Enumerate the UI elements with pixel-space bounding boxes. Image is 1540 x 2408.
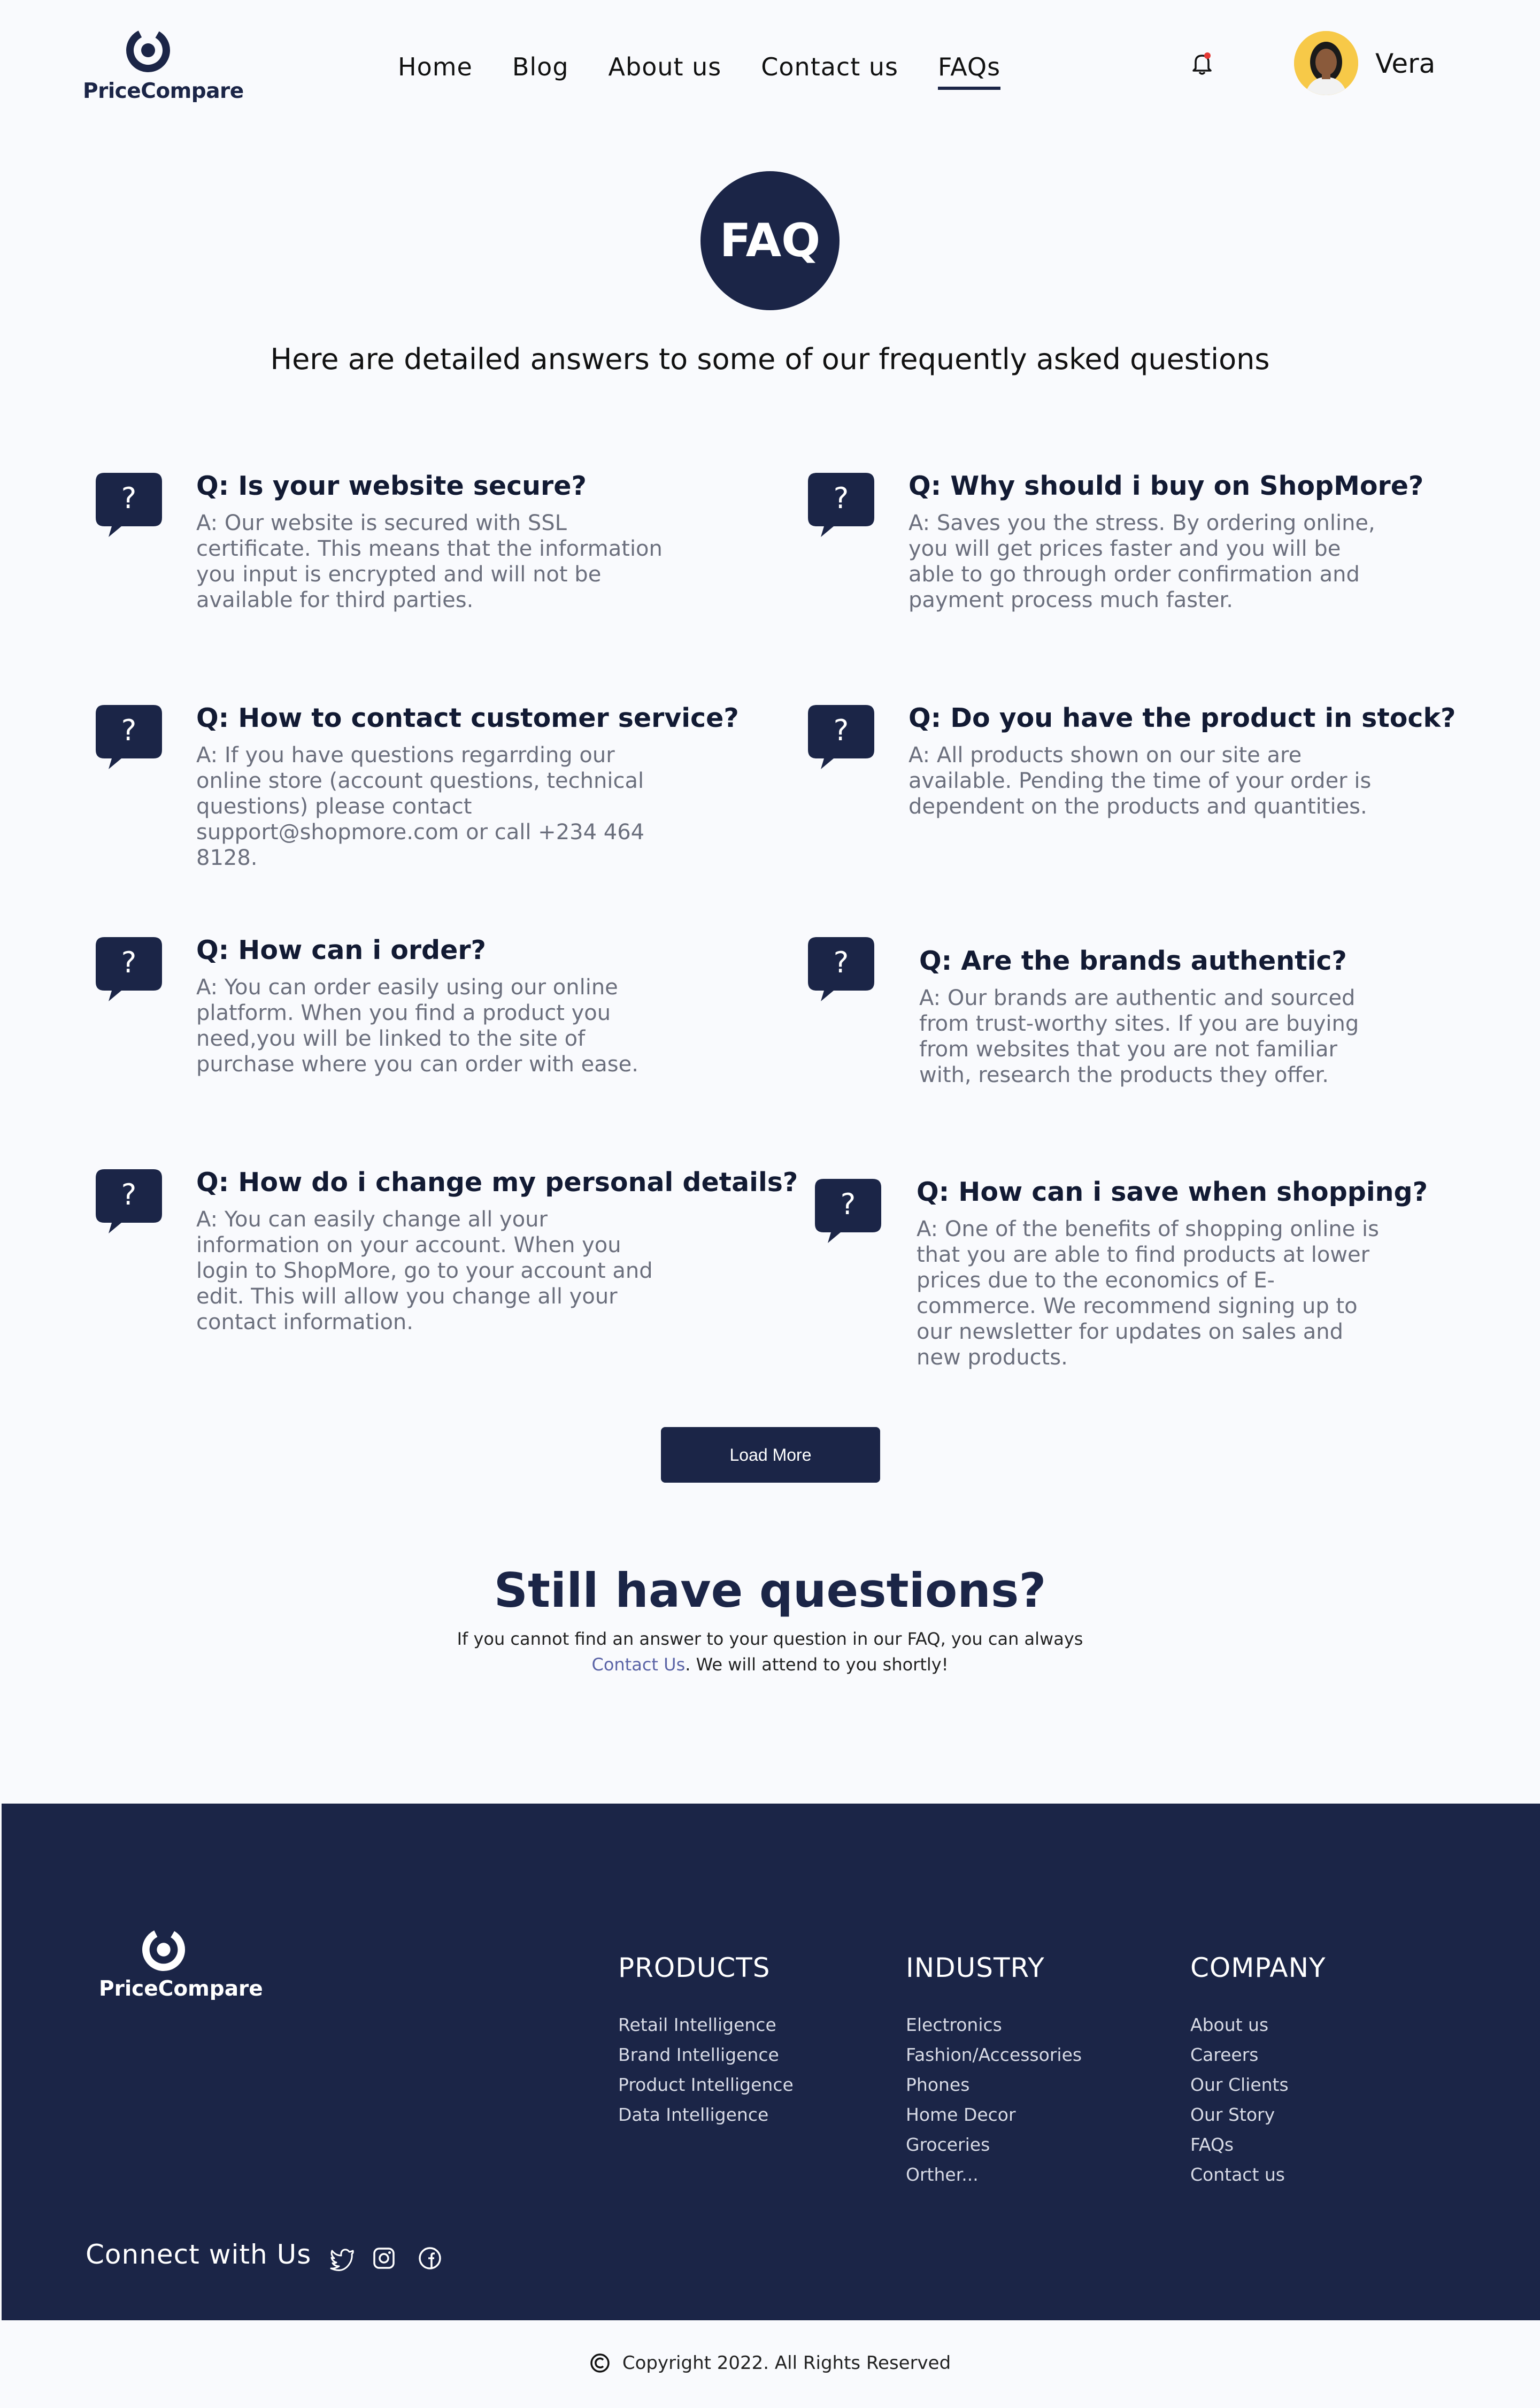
contact-us-link[interactable]: Contact Us: [591, 1654, 685, 1675]
nav-home[interactable]: Home: [398, 52, 473, 90]
question-bubble-icon: ?: [96, 473, 162, 537]
faq-item: ? Q: How do i change my personal details…: [94, 1167, 798, 1335]
footer-column-company: COMPANY About us Careers Our Clients Our…: [1190, 1952, 1326, 2190]
footer-column-industry: INDUSTRY Electronics Fashion/Accessories…: [906, 1952, 1082, 2190]
still-text-before: If you cannot find an answer to your que…: [457, 1629, 1083, 1649]
logo-mark-icon: [126, 28, 170, 72]
load-more-button[interactable]: Load More: [661, 1427, 880, 1483]
svg-text:?: ?: [121, 481, 137, 515]
faq-question: Q: Are the brands authentic?: [919, 946, 1347, 976]
faq-question: Q: Why should i buy on ShopMore?: [908, 471, 1424, 501]
question-bubble-icon: ?: [96, 1169, 162, 1233]
footer-link[interactable]: Orther...: [906, 2160, 1082, 2190]
faq-question: Q: How to contact customer service?: [196, 703, 739, 733]
svg-text:?: ?: [841, 1187, 856, 1221]
faq-answer: A: You can easily change all your inform…: [196, 1207, 653, 1335]
avatar-image: [1294, 31, 1358, 95]
faq-badge: FAQ: [700, 171, 840, 310]
footer-link[interactable]: Brand Intelligence: [618, 2040, 794, 2070]
logo-mark-icon: [142, 1928, 186, 1972]
nav-about-us[interactable]: About us: [609, 52, 722, 90]
faq-answer: A: One of the benefits of shopping onlin…: [917, 1217, 1379, 1370]
footer-link[interactable]: Groceries: [906, 2130, 1082, 2160]
svg-text:?: ?: [834, 481, 849, 515]
footer-column-title: COMPANY: [1190, 1952, 1326, 1983]
svg-text:?: ?: [121, 714, 137, 747]
faq-item: ? Q: How can i save when shopping? A: On…: [813, 1177, 1428, 1370]
svg-text:?: ?: [121, 946, 137, 979]
logo-text: PriceCompare: [83, 79, 244, 103]
faq-item: ? Q: How to contact customer service? A:…: [94, 703, 739, 870]
avatar[interactable]: [1294, 31, 1358, 95]
footer-link[interactable]: FAQs: [1190, 2130, 1326, 2160]
question-bubble-icon: ?: [808, 705, 874, 769]
footer-link[interactable]: Contact us: [1190, 2160, 1326, 2190]
facebook-icon[interactable]: [416, 2244, 444, 2272]
footer-link[interactable]: Our Story: [1190, 2100, 1326, 2130]
nav-faqs[interactable]: FAQs: [938, 52, 1001, 90]
footer-column-products: PRODUCTS Retail Intelligence Brand Intel…: [618, 1952, 794, 2130]
question-bubble-icon: ?: [96, 705, 162, 769]
footer-link[interactable]: About us: [1190, 2010, 1326, 2040]
main-nav: Home Blog About us Contact us FAQs: [398, 52, 1040, 90]
hero-subtitle: Here are detailed answers to some of our…: [270, 342, 1270, 376]
still-text-after: . We will attend to you shortly!: [685, 1654, 949, 1675]
question-bubble-icon: ?: [815, 1179, 881, 1243]
footer-column-title: PRODUCTS: [618, 1952, 771, 1983]
question-bubble-icon: ?: [808, 473, 874, 537]
svg-text:?: ?: [834, 946, 849, 979]
bell-icon[interactable]: [1188, 49, 1216, 77]
faq-question: Q: Is your website secure?: [196, 471, 587, 501]
faq-answer: A: Our website is secured with SSL certi…: [196, 511, 663, 612]
logo[interactable]: PriceCompare: [83, 28, 244, 108]
footer-link[interactable]: Data Intelligence: [618, 2100, 794, 2130]
faq-answer: A: If you have questions regarrding our …: [196, 743, 645, 870]
faq-question: Q: Do you have the product in stock?: [908, 703, 1456, 733]
footer-link[interactable]: Fashion/Accessories: [906, 2040, 1082, 2070]
copyright-icon: [590, 2353, 610, 2373]
faq-item: ? Q: Are the brands authentic? A: Our br…: [806, 935, 1359, 1087]
footer-column-title: INDUSTRY: [906, 1952, 1045, 1983]
faq-answer: A: Our brands are authentic and sourced …: [919, 986, 1359, 1087]
copyright-text: Copyright 2022. All Rights Reserved: [622, 2352, 951, 2374]
nav-blog[interactable]: Blog: [512, 52, 569, 90]
twitter-icon[interactable]: [328, 2244, 356, 2272]
faq-question: Q: How do i change my personal details?: [196, 1167, 798, 1198]
faq-answer: A: Saves you the stress. By ordering onl…: [908, 511, 1375, 612]
question-bubble-icon: ?: [96, 937, 162, 1001]
footer-logo[interactable]: PriceCompare: [99, 1928, 263, 2008]
faq-answer: A: All products shown on our site are av…: [908, 743, 1372, 819]
faq-item: ? Q: Why should i buy on ShopMore? A: Sa…: [806, 471, 1423, 612]
footer-link[interactable]: Phones: [906, 2070, 1082, 2100]
svg-text:?: ?: [121, 1178, 137, 1211]
footer-link[interactable]: Product Intelligence: [618, 2070, 794, 2100]
footer-link[interactable]: Home Decor: [906, 2100, 1082, 2130]
connect-with-us: Connect with Us: [86, 2239, 312, 2270]
faq-answer: A: You can order easily using our online…: [196, 975, 638, 1077]
nav-contact-us[interactable]: Contact us: [761, 52, 898, 90]
copyright-bar: Copyright 2022. All Rights Reserved: [0, 2348, 1540, 2378]
faq-item: ? Q: Is your website secure? A: Our webs…: [94, 471, 663, 612]
footer-link[interactable]: Careers: [1190, 2040, 1326, 2070]
question-bubble-icon: ?: [808, 937, 874, 1001]
footer-link[interactable]: Our Clients: [1190, 2070, 1326, 2100]
svg-text:?: ?: [834, 714, 849, 747]
still-have-questions-title: Still have questions?: [494, 1563, 1046, 1618]
still-have-questions-text: If you cannot find an answer to your que…: [422, 1626, 1118, 1677]
footer-link[interactable]: Electronics: [906, 2010, 1082, 2040]
footer-logo-text: PriceCompare: [99, 1977, 263, 2001]
instagram-icon[interactable]: [370, 2244, 398, 2272]
footer-link[interactable]: Retail Intelligence: [618, 2010, 794, 2040]
faq-question: Q: How can i save when shopping?: [917, 1177, 1428, 1207]
faq-item: ? Q: Do you have the product in stock? A…: [806, 703, 1456, 842]
username[interactable]: Vera: [1375, 48, 1435, 79]
faq-question: Q: How can i order?: [196, 935, 486, 965]
faq-item: ? Q: How can i order? A: You can order e…: [94, 935, 638, 1077]
